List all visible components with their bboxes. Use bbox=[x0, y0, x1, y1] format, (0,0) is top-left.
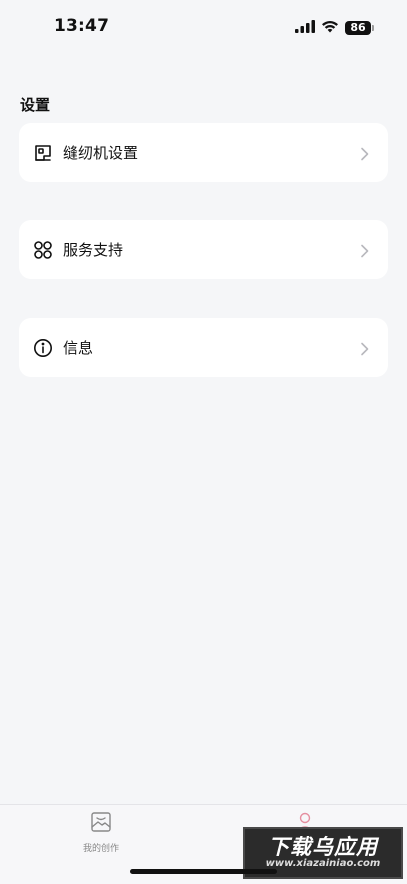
info-icon bbox=[33, 338, 53, 358]
info-item[interactable]: 信息 bbox=[19, 318, 388, 377]
service-support-item[interactable]: 服务支持 bbox=[19, 220, 388, 279]
grid-clover-icon bbox=[33, 240, 53, 260]
status-time: 13:47 bbox=[54, 16, 110, 36]
battery-indicator: 86 bbox=[345, 20, 374, 35]
page-title: 设置 bbox=[20, 96, 51, 114]
chevron-right-icon bbox=[360, 146, 370, 160]
watermark-url: www.xiazainiao.com bbox=[265, 858, 381, 869]
status-bar: 13:47 86 bbox=[0, 0, 407, 56]
gallery-icon bbox=[90, 811, 112, 837]
tab-my-creations[interactable]: 我的创作 bbox=[41, 811, 161, 854]
cellular-signal-icon bbox=[295, 18, 315, 37]
status-indicators: 86 bbox=[295, 18, 374, 37]
info-label: 信息 bbox=[63, 339, 94, 357]
chevron-right-icon bbox=[360, 243, 370, 257]
tab-my-creations-label: 我的创作 bbox=[82, 844, 119, 854]
service-support-label: 服务支持 bbox=[63, 241, 124, 259]
sewing-machine-settings-item[interactable]: 缝纫机设置 bbox=[19, 123, 388, 182]
wifi-icon bbox=[321, 18, 339, 37]
sewing-machine-settings-label: 缝纫机设置 bbox=[63, 144, 139, 162]
sewing-machine-icon bbox=[33, 143, 53, 163]
home-indicator[interactable] bbox=[130, 869, 277, 874]
watermark-text: 下载乌应用 bbox=[268, 835, 378, 859]
chevron-right-icon bbox=[360, 341, 370, 355]
